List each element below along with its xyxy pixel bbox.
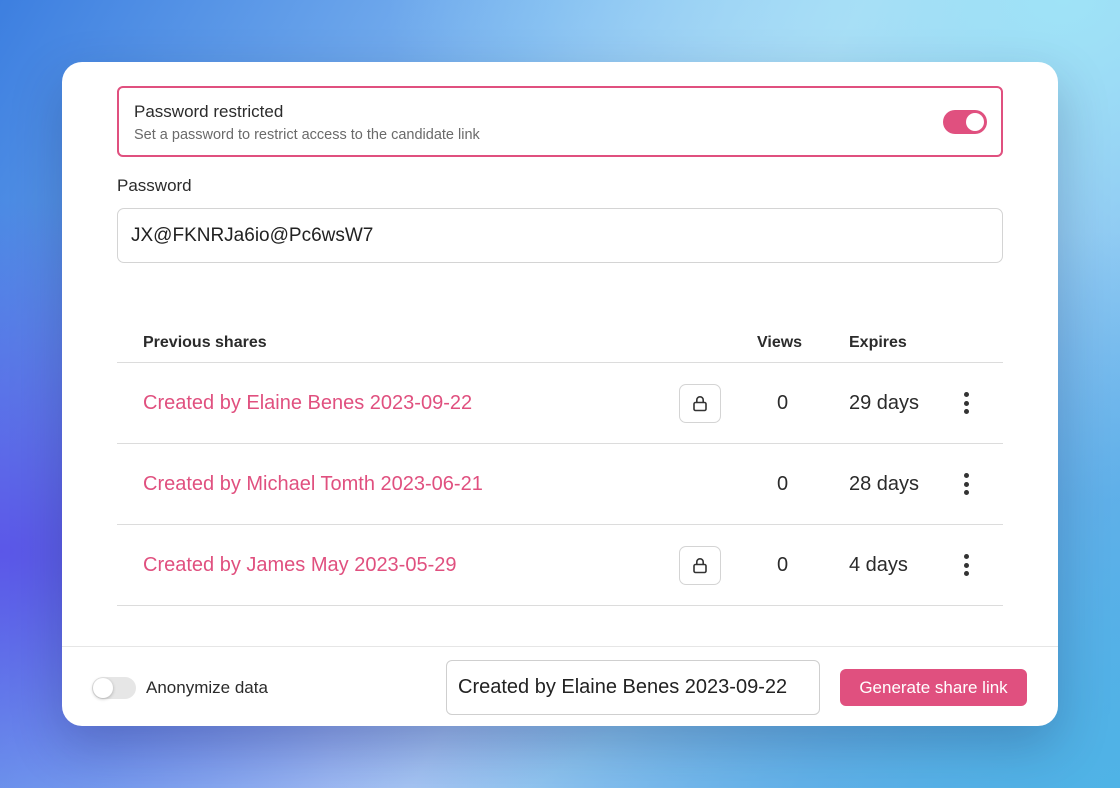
- more-vertical-icon[interactable]: [955, 390, 977, 416]
- views-count: 0: [777, 392, 789, 414]
- toggle-knob: [966, 113, 984, 131]
- share-link[interactable]: Created by Michael Tomth 2023-06-21: [143, 473, 483, 496]
- expires-value: 28 days: [849, 473, 920, 495]
- views-count: 0: [777, 473, 789, 495]
- anonymize-toggle[interactable]: [92, 677, 136, 699]
- expires-value: 29 days: [849, 392, 920, 414]
- toggle-knob: [93, 678, 113, 698]
- password-restricted-toggle[interactable]: [943, 110, 987, 134]
- password-input[interactable]: [117, 208, 1003, 263]
- share-select[interactable]: Created by Elaine Benes 2023-09-22: [446, 660, 820, 715]
- previous-shares-table: Previous shares Views Expires Created by…: [117, 324, 1003, 606]
- more-vertical-icon[interactable]: [955, 471, 977, 497]
- generate-share-link-button[interactable]: Generate share link: [840, 669, 1027, 706]
- password-label: Password: [117, 176, 192, 195]
- share-dialog: Password restricted Set a password to re…: [62, 62, 1058, 726]
- lock-button[interactable]: [679, 384, 721, 423]
- more-vertical-icon[interactable]: [955, 552, 977, 578]
- column-header-expires: Expires: [849, 334, 907, 351]
- password-restricted-panel: Password restricted Set a password to re…: [117, 86, 1003, 157]
- share-link[interactable]: Created by James May 2023-05-29: [143, 554, 457, 577]
- anonymize-label: Anonymize data: [146, 678, 268, 697]
- column-header-previous-shares: Previous shares: [143, 334, 267, 351]
- lock-icon: [693, 558, 707, 574]
- share-link[interactable]: Created by Elaine Benes 2023-09-22: [143, 392, 472, 415]
- table-row: Created by James May 2023-05-29 0 4 days: [117, 525, 1003, 606]
- table-header: Previous shares Views Expires: [117, 324, 1003, 363]
- column-header-views: Views: [757, 334, 803, 351]
- table-row: Created by Michael Tomth 2023-06-21 0 28…: [117, 444, 1003, 525]
- dialog-footer: Anonymize data Created by Elaine Benes 2…: [62, 646, 1058, 726]
- views-count: 0: [777, 554, 789, 576]
- password-restricted-title: Password restricted: [134, 102, 284, 121]
- table-row: Created by Elaine Benes 2023-09-22 0 29 …: [117, 363, 1003, 444]
- lock-button[interactable]: [679, 546, 721, 585]
- password-restricted-description: Set a password to restrict access to the…: [134, 127, 480, 143]
- expires-value: 4 days: [849, 554, 908, 576]
- lock-icon: [693, 396, 707, 412]
